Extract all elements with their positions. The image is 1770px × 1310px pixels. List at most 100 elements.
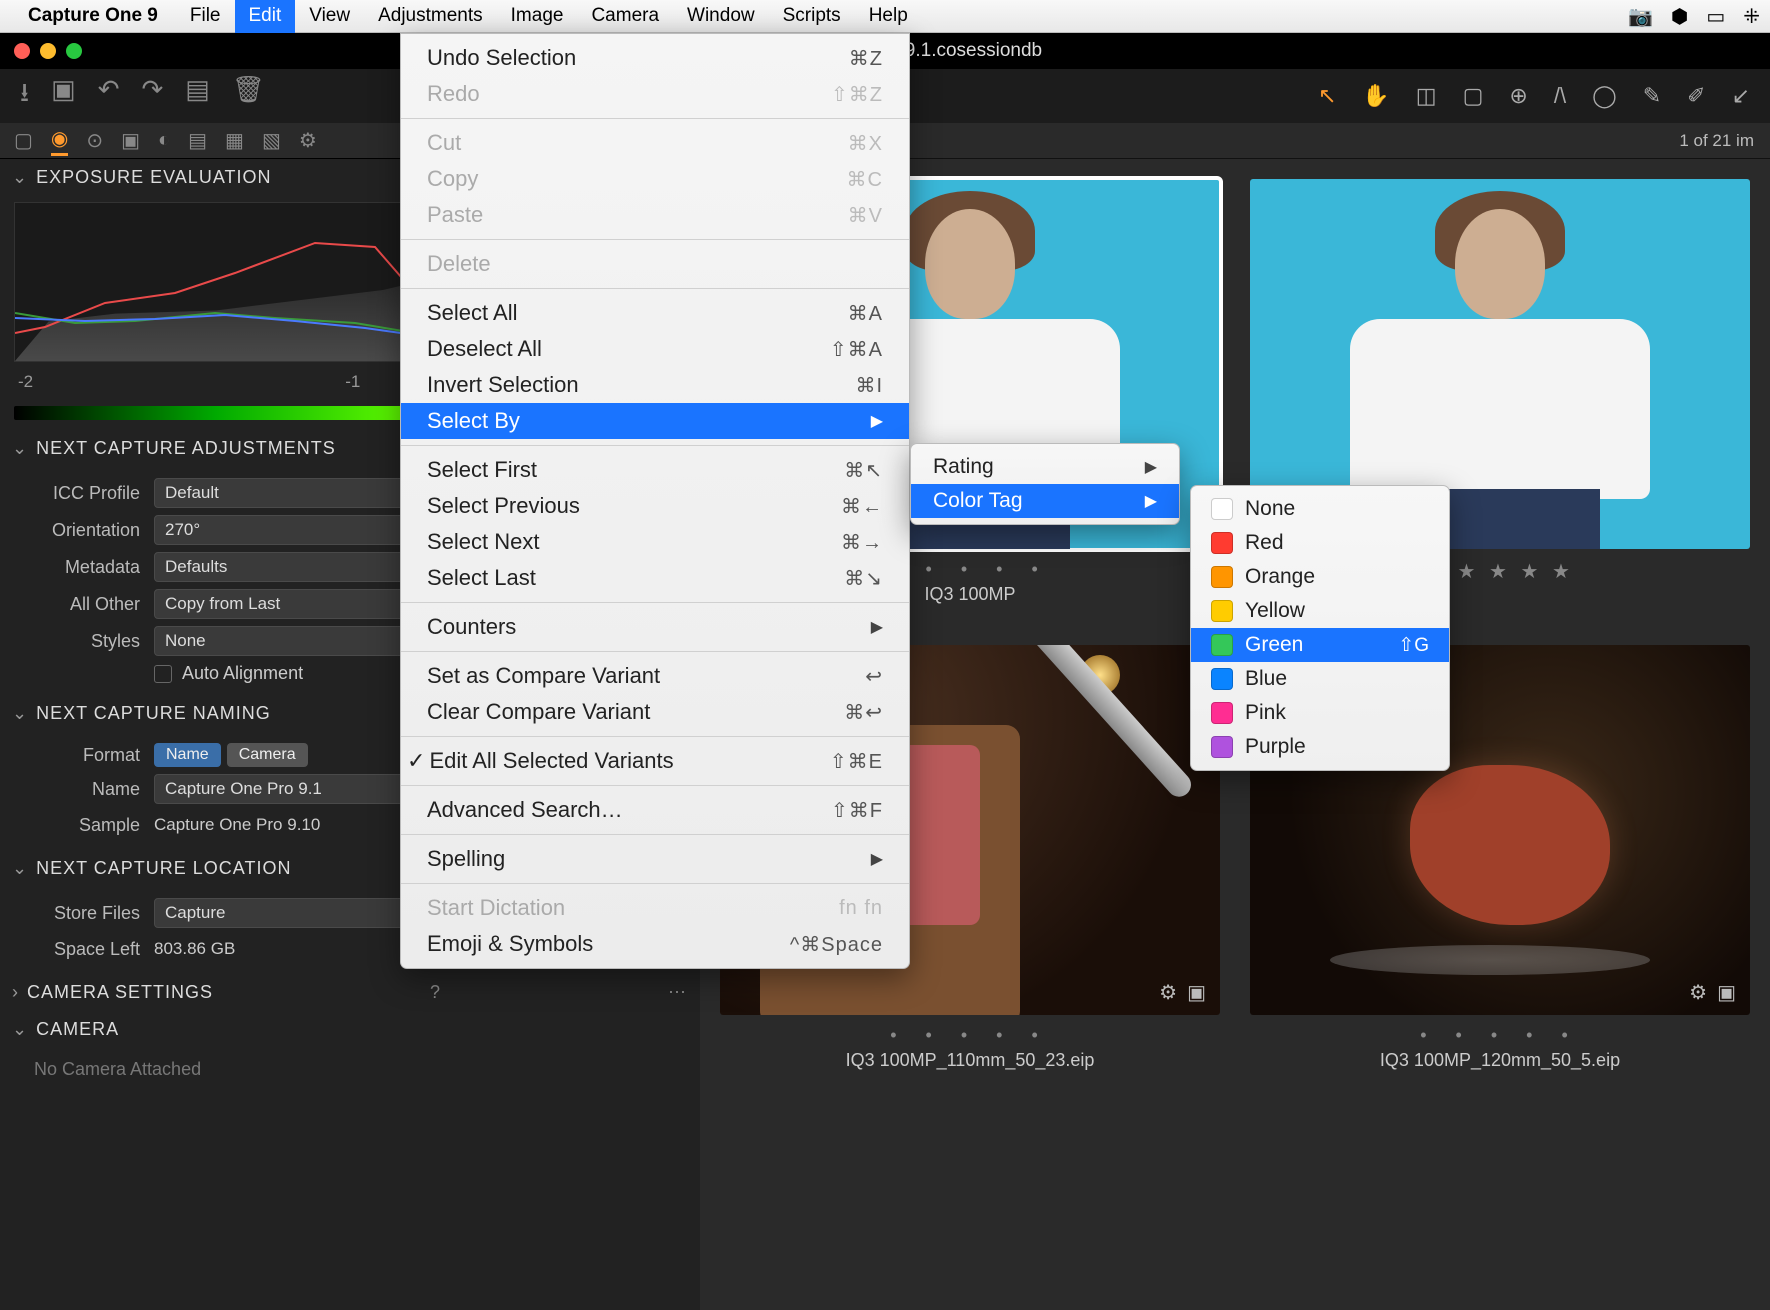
minimize-window-icon[interactable] — [40, 43, 56, 59]
swatch-pink-icon — [1211, 702, 1233, 724]
color-orange[interactable]: Orange — [1191, 560, 1449, 594]
menu-extras-icon[interactable]: ⁜ — [1743, 4, 1760, 29]
tab-lens-icon[interactable]: ⊙ — [86, 128, 103, 153]
submenu-color-tag[interactable]: Color Tag▶ — [911, 484, 1179, 518]
menuitem-cut[interactable]: Cut⌘X — [401, 125, 909, 161]
menuitem-select-last[interactable]: Select Last⌘↘ — [401, 560, 909, 596]
menuitem-counters[interactable]: Counters▶ — [401, 609, 909, 645]
color-purple[interactable]: Purple — [1191, 730, 1449, 764]
reset-icon[interactable]: ▤ — [185, 74, 210, 118]
menuitem-deselect-all[interactable]: Deselect All⇧⌘A — [401, 331, 909, 367]
menuitem-redo[interactable]: Redo⇧⌘Z — [401, 76, 909, 112]
expand-icon[interactable]: ▣ — [1717, 980, 1736, 1005]
color-none[interactable]: None — [1191, 492, 1449, 526]
app-name: Capture One 9 — [28, 5, 158, 27]
menuitem-select-prev[interactable]: Select Previous⌘← — [401, 488, 909, 524]
menuitem-edit-all[interactable]: ✓Edit All Selected Variants⇧⌘E — [401, 743, 909, 779]
axis-tick: -1 — [345, 372, 360, 392]
swatch-yellow-icon — [1211, 600, 1233, 622]
menuitem-emoji[interactable]: Emoji & Symbols^⌘Space — [401, 926, 909, 962]
menuitem-spelling[interactable]: Spelling▶ — [401, 841, 909, 877]
rating-dots[interactable]: • • • • • — [1250, 1025, 1750, 1046]
menuitem-select-first[interactable]: Select First⌘↖ — [401, 452, 909, 488]
auto-align-checkbox[interactable] — [154, 665, 172, 683]
menuitem-undo[interactable]: Undo Selection⌘Z — [401, 40, 909, 76]
sample-label: Sample — [14, 815, 154, 836]
menuitem-paste[interactable]: Paste⌘V — [401, 197, 909, 233]
menuitem-clear-compare[interactable]: Clear Compare Variant⌘↩ — [401, 694, 909, 730]
select-tool-icon[interactable]: ↖ — [1318, 83, 1336, 109]
expand-icon[interactable]: ▣ — [1187, 980, 1206, 1005]
swatch-blue-icon — [1211, 668, 1233, 690]
swatch-red-icon — [1211, 532, 1233, 554]
color-pink[interactable]: Pink — [1191, 696, 1449, 730]
video-icon[interactable]: ▭ — [1706, 4, 1725, 29]
undo-icon[interactable]: ↶ — [98, 74, 120, 118]
capture-icon[interactable]: ▣ — [51, 74, 76, 118]
menuitem-set-compare[interactable]: Set as Compare Variant↩ — [401, 658, 909, 694]
panel-camera[interactable]: ⌄CAMERA — [0, 1011, 700, 1048]
menuitem-dictation[interactable]: Start Dictationfn fn — [401, 890, 909, 926]
swatch-green-icon — [1211, 634, 1233, 656]
rating-dots[interactable]: • • • • • — [720, 1025, 1220, 1046]
rotate-tool-icon[interactable]: ⊕ — [1509, 83, 1527, 109]
swatch-purple-icon — [1211, 736, 1233, 758]
select-by-submenu: Rating▶ Color Tag▶ — [910, 443, 1180, 525]
menuitem-invert[interactable]: Invert Selection⌘I — [401, 367, 909, 403]
store-label: Store Files — [14, 903, 154, 924]
brush-tool-icon[interactable]: ✎ — [1643, 83, 1661, 109]
dropbox-icon[interactable]: ⬢ — [1671, 4, 1688, 29]
keystone-tool-icon[interactable]: /\ — [1554, 83, 1566, 109]
tab-details-icon[interactable]: ▤ — [188, 128, 207, 153]
color-green[interactable]: Green⇧G — [1191, 628, 1449, 662]
menu-image[interactable]: Image — [497, 0, 578, 33]
menuitem-adv-search[interactable]: Advanced Search…⇧⌘F — [401, 792, 909, 828]
spot-tool-icon[interactable]: ◯ — [1592, 83, 1617, 109]
axis-tick: -2 — [18, 372, 33, 392]
zoom-window-icon[interactable] — [66, 43, 82, 59]
menu-view[interactable]: View — [295, 0, 364, 33]
color-yellow[interactable]: Yellow — [1191, 594, 1449, 628]
sample-value: Capture One Pro 9.10 — [154, 811, 320, 839]
menu-camera[interactable]: Camera — [577, 0, 673, 33]
menuitem-copy[interactable]: Copy⌘C — [401, 161, 909, 197]
menuitem-select-next[interactable]: Select Next⌘→ — [401, 524, 909, 560]
redo-icon[interactable]: ↷ — [141, 74, 163, 118]
menuitem-select-by[interactable]: Select By▶ — [401, 403, 909, 439]
menu-window[interactable]: Window — [673, 0, 769, 33]
tab-adjust-icon[interactable]: ▦ — [225, 128, 244, 153]
loupe-tool-icon[interactable]: ◫ — [1416, 83, 1437, 109]
token-camera[interactable]: Camera — [227, 743, 308, 767]
tab-capture-icon[interactable]: ◉ — [51, 126, 68, 156]
delete-icon[interactable]: 🗑 — [232, 74, 265, 118]
color-red[interactable]: Red — [1191, 526, 1449, 560]
close-window-icon[interactable] — [14, 43, 30, 59]
gear-icon[interactable]: ⚙ — [1689, 980, 1707, 1005]
tab-color-icon[interactable]: ▣ — [121, 128, 140, 153]
tab-metadata-icon[interactable]: ▧ — [262, 128, 281, 153]
menu-scripts[interactable]: Scripts — [769, 0, 855, 33]
other-label: All Other — [14, 594, 154, 615]
token-name[interactable]: Name — [154, 743, 221, 767]
gear-icon[interactable]: ⚙ — [1159, 980, 1177, 1005]
import-icon[interactable]: ⭳ — [20, 74, 29, 118]
menu-help[interactable]: Help — [855, 0, 922, 33]
tab-output-icon[interactable]: ⚙ — [299, 128, 317, 153]
menu-file[interactable]: File — [176, 0, 235, 33]
menuitem-delete[interactable]: Delete — [401, 246, 909, 282]
pan-tool-icon[interactable]: ✋ — [1362, 83, 1389, 109]
format-label: Format — [14, 745, 154, 766]
tab-library-icon[interactable]: ▢ — [14, 128, 33, 153]
color-blue[interactable]: Blue — [1191, 662, 1449, 696]
panel-camera-settings[interactable]: ›CAMERA SETTINGS?⋯ — [0, 974, 700, 1011]
camera-status-icon[interactable]: 📷 — [1628, 4, 1653, 29]
crop-tool-icon[interactable]: ▢ — [1463, 83, 1484, 109]
menuitem-select-all[interactable]: Select All⌘A — [401, 295, 909, 331]
menu-edit[interactable]: Edit — [235, 0, 296, 33]
arrow-tool-icon[interactable]: ↙ — [1732, 83, 1750, 109]
submenu-rating[interactable]: Rating▶ — [911, 450, 1179, 484]
picker-tool-icon[interactable]: ✐ — [1687, 83, 1705, 109]
menu-adjustments[interactable]: Adjustments — [364, 0, 497, 33]
tab-exposure-icon[interactable]: ◐ — [158, 129, 170, 152]
image-count: 1 of 21 im — [1679, 131, 1754, 151]
